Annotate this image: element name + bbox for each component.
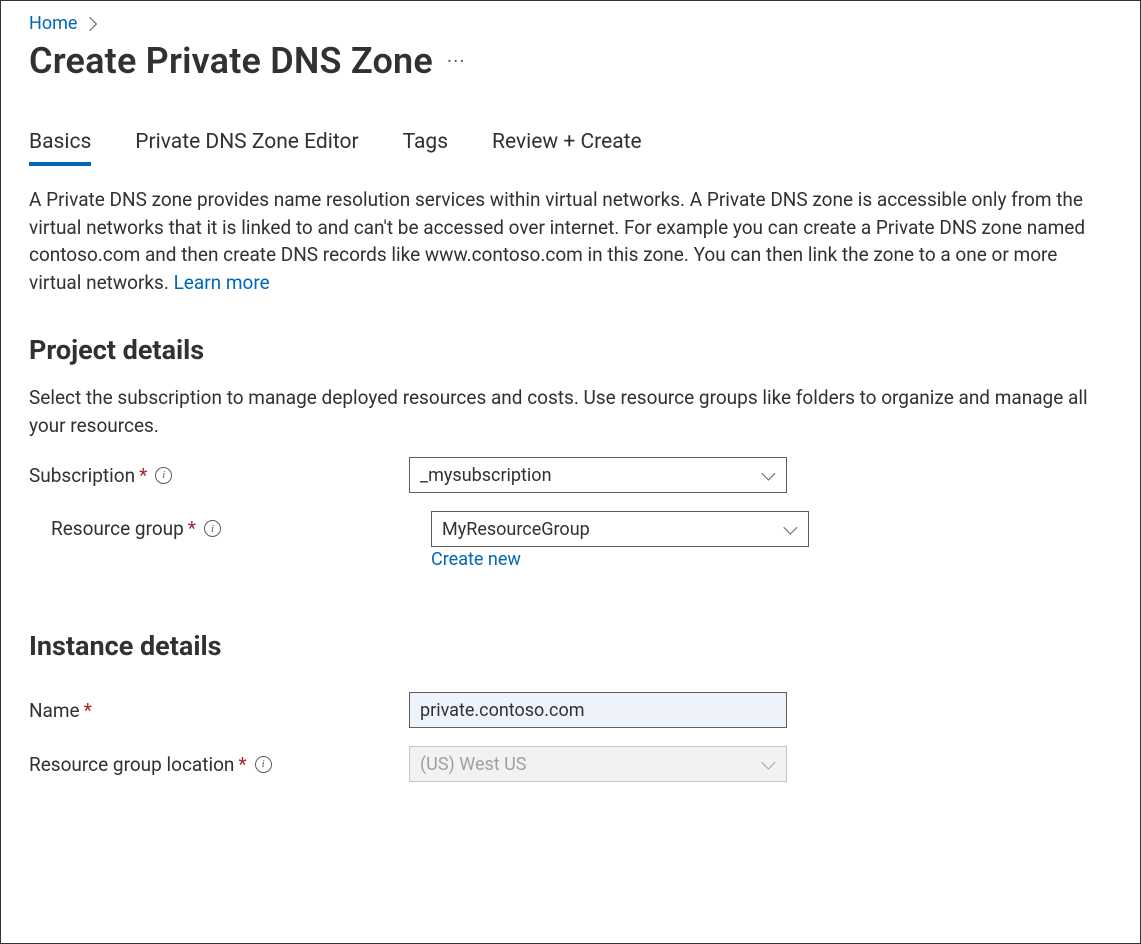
subscription-select[interactable]: _mysubscription	[409, 457, 787, 493]
chevron-down-icon	[761, 756, 775, 770]
tab-bar: Basics Private DNS Zone Editor Tags Revi…	[29, 126, 1112, 166]
name-label: Name *	[29, 699, 409, 722]
instance-details-heading: Instance details	[29, 630, 1112, 662]
breadcrumb: Home	[29, 13, 1112, 34]
required-indicator: *	[188, 517, 196, 540]
info-icon[interactable]: i	[204, 520, 221, 537]
info-icon[interactable]: i	[155, 467, 172, 484]
project-details-heading: Project details	[29, 334, 1112, 366]
resource-group-label: Resource group * i	[51, 511, 431, 540]
required-indicator: *	[139, 464, 147, 487]
name-input[interactable]: private.contoso.com	[409, 692, 787, 728]
more-actions-button[interactable]: ···	[447, 49, 466, 73]
chevron-right-icon	[83, 16, 97, 30]
tab-review-create[interactable]: Review + Create	[492, 126, 642, 166]
resource-group-location-value: (US) West US	[420, 754, 527, 775]
required-indicator: *	[84, 699, 92, 722]
resource-group-location-label: Resource group location * i	[29, 753, 409, 776]
page-title: Create Private DNS Zone	[29, 40, 433, 82]
info-icon[interactable]: i	[255, 756, 272, 773]
tab-basics[interactable]: Basics	[29, 126, 91, 166]
tab-private-dns-zone-editor[interactable]: Private DNS Zone Editor	[135, 126, 358, 166]
subscription-label-text: Subscription	[29, 464, 135, 487]
subscription-value: _mysubscription	[420, 465, 552, 486]
resource-group-label-text: Resource group	[51, 517, 184, 540]
project-details-description: Select the subscription to manage deploy…	[29, 384, 1104, 439]
chevron-down-icon	[783, 521, 797, 535]
breadcrumb-home-link[interactable]: Home	[29, 13, 77, 34]
learn-more-link[interactable]: Learn more	[174, 271, 270, 294]
tab-tags[interactable]: Tags	[403, 126, 448, 166]
intro-text: A Private DNS zone provides name resolut…	[29, 186, 1104, 296]
name-label-text: Name	[29, 699, 80, 722]
resource-group-location-label-text: Resource group location	[29, 753, 234, 776]
required-indicator: *	[238, 753, 246, 776]
name-value: private.contoso.com	[420, 700, 585, 721]
resource-group-value: MyResourceGroup	[442, 519, 590, 540]
resource-group-location-select: (US) West US	[409, 746, 787, 782]
chevron-down-icon	[761, 467, 775, 481]
create-new-resource-group-link[interactable]: Create new	[431, 549, 809, 570]
subscription-label: Subscription * i	[29, 464, 409, 487]
resource-group-select[interactable]: MyResourceGroup	[431, 511, 809, 547]
